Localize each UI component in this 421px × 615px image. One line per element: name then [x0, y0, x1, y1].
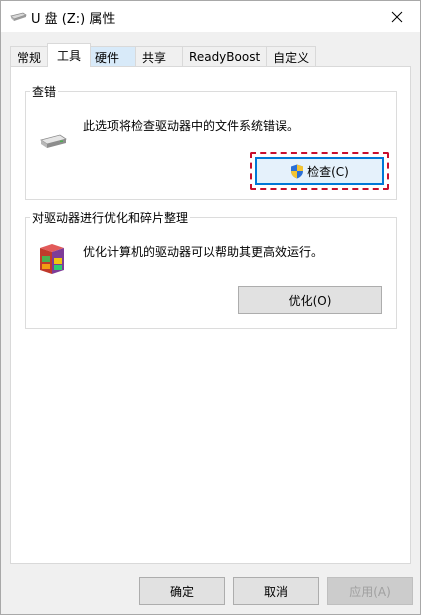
tab-general[interactable]: 常规 — [10, 46, 49, 67]
usb-drive-icon — [10, 12, 27, 21]
tools-panel: 查错 此选项将检查驱动器中的文件系统错误。 检查(C) 对驱动器进行优化和碎片整… — [10, 66, 411, 564]
close-icon — [391, 11, 403, 22]
window-title: U 盘 (Z:) 属性 — [31, 12, 116, 27]
tab-customize[interactable]: 自定义 — [266, 46, 317, 67]
check-button[interactable]: 检查(C) — [255, 157, 384, 185]
shield-icon — [291, 164, 304, 178]
tab-hardware[interactable]: 硬件 — [90, 46, 137, 67]
apply-button[interactable]: 应用(A) — [327, 577, 413, 605]
error-check-description: 此选项将检查驱动器中的文件系统错误。 — [83, 119, 300, 133]
optimize-description: 优化计算机的驱动器可以帮助其更高效运行。 — [83, 245, 324, 259]
optimize-group-label: 对驱动器进行优化和碎片整理 — [30, 209, 191, 226]
defrag-icon — [40, 244, 64, 274]
optimize-button[interactable]: 优化(O) — [238, 286, 382, 314]
close-button[interactable] — [374, 1, 420, 32]
tab-strip: 常规 工具 硬件 共享 ReadyBoost 自定义 — [10, 43, 317, 67]
cancel-button[interactable]: 取消 — [233, 577, 319, 605]
error-check-group-label: 查错 — [30, 83, 59, 100]
drive-icon — [40, 134, 67, 148]
tab-tools[interactable]: 工具 — [47, 43, 92, 67]
properties-window: U 盘 (Z:) 属性 常规 工具 硬件 共享 ReadyBoost 自定义 查… — [0, 0, 421, 615]
tab-sharing[interactable]: 共享 — [135, 46, 184, 67]
ok-button[interactable]: 确定 — [139, 577, 225, 605]
title-bar[interactable]: U 盘 (Z:) 属性 — [1, 1, 420, 32]
tab-readyboost[interactable]: ReadyBoost — [182, 46, 268, 67]
